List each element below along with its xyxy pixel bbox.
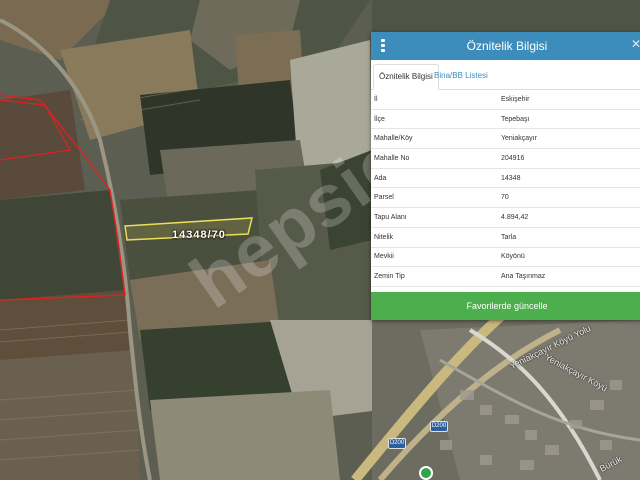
attribute-key: Parsel [371,187,501,208]
tab-building-list[interactable]: Bina/BB Listesi [429,64,493,88]
panel-tabs: Öznitelik Bilgisi Bina/BB Listesi [371,60,640,90]
attribute-key: Zemin Tip [371,266,501,287]
attribute-value: Tepebaşı [501,108,640,129]
attribute-table: İl Eskişehir İlçe Tepebaşı Mahalle/Köy Yeni… [371,90,640,306]
table-row: Nitelik Tarla [371,226,640,247]
attribute-key: Mevkii [371,246,501,267]
attribute-value: 4.894,42 [501,207,640,228]
update-favorites-button[interactable]: Favorilerde güncelle [371,292,640,320]
panel-title: Öznitelik Bilgisi [466,39,548,53]
attribute-key: Mahalle No [371,148,501,169]
attribute-key: Tapu Alanı [371,207,501,228]
map-pin-icon[interactable] [419,466,433,480]
attribute-info-panel: Öznitelik Bilgisi ✕ Öznitelik Bilgisi Bi… [371,32,640,320]
road-shield: D200 [388,438,406,449]
parcel-label[interactable]: 14348/70 [172,229,226,241]
attribute-key: İlçe [371,108,501,129]
road-shield: D200 [430,421,448,432]
table-row: Parsel 70 [371,187,640,208]
attribute-value: Köyönü [501,246,640,267]
attribute-key: Mahalle/Köy [371,128,501,149]
table-row: Mahalle No 204916 [371,148,640,169]
attribute-value: 14348 [501,167,640,188]
table-row: Zemin Tip Ana Taşınmaz [371,266,640,287]
table-row: Tapu Alanı 4.894,42 [371,207,640,228]
attribute-value: Eskişehir [501,95,530,103]
table-row: Mahalle/Köy Yeniakçayır [371,128,640,149]
kebab-menu-icon[interactable] [381,39,385,53]
attribute-value: 70 [501,187,640,208]
attribute-value: Ana Taşınmaz [501,266,640,287]
table-row: İl Eskişehir [371,90,640,109]
attribute-value: Tarla [501,226,640,247]
table-row: Mevkii Köyönü [371,246,640,267]
attribute-key: İl [374,95,378,103]
close-icon[interactable]: ✕ [631,37,640,51]
table-row: Ada 14348 [371,167,640,188]
attribute-key: Ada [371,167,501,188]
attribute-value: Yeniakçayır [501,128,640,149]
panel-header: Öznitelik Bilgisi ✕ [371,32,640,60]
table-row: İlçe Tepebaşı [371,108,640,129]
attribute-key: Nitelik [371,226,501,247]
attribute-value: 204916 [501,148,640,169]
